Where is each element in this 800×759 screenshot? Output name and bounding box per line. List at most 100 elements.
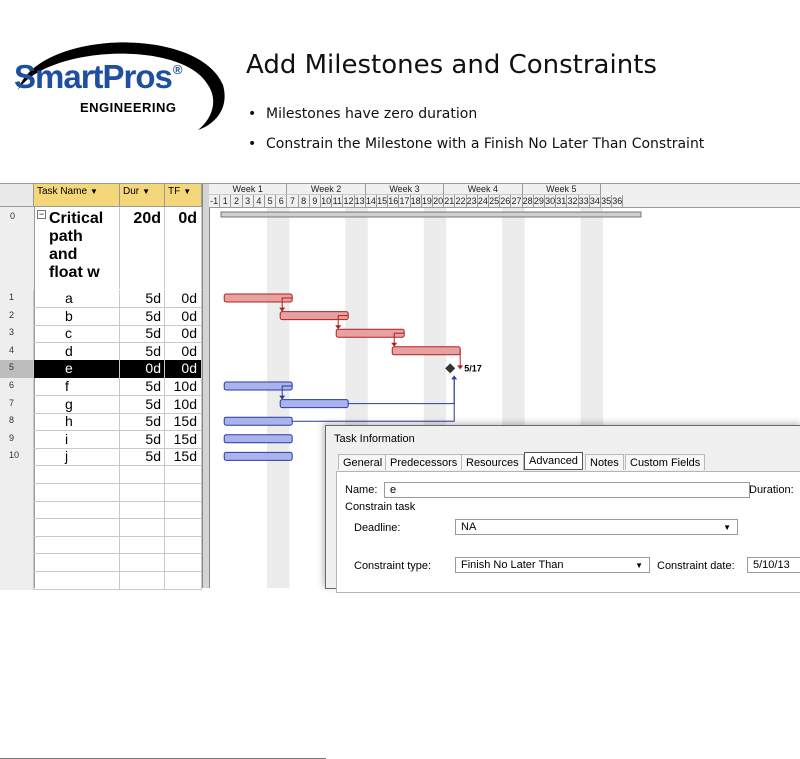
noncritical-task-bar[interactable] bbox=[223, 434, 293, 444]
total-float-cell[interactable]: 0d bbox=[165, 325, 202, 344]
arrow-head-icon[interactable] bbox=[451, 375, 458, 380]
task-name-cell[interactable] bbox=[34, 518, 120, 537]
noncritical-task-bar[interactable] bbox=[223, 451, 293, 461]
collapse-toggle-icon[interactable]: − bbox=[37, 210, 46, 219]
dropdown-arrow-icon[interactable]: ▼ bbox=[723, 523, 731, 532]
total-float-cell[interactable]: 10d bbox=[165, 395, 202, 414]
tab-custom-fields[interactable]: Custom Fields bbox=[625, 454, 706, 470]
total-float-cell[interactable] bbox=[165, 501, 202, 520]
duration-cell[interactable] bbox=[120, 466, 165, 484]
table-row[interactable]: 5 e 0d 0d bbox=[0, 360, 202, 379]
duration-cell[interactable] bbox=[120, 536, 165, 555]
total-float-cell[interactable]: 15d bbox=[165, 430, 202, 449]
noncritical-task-bar[interactable] bbox=[223, 416, 293, 426]
name-field[interactable]: e bbox=[384, 482, 750, 498]
empty-row[interactable] bbox=[0, 554, 202, 572]
duration-cell[interactable]: 5d bbox=[120, 325, 165, 344]
duration-cell[interactable]: 5d bbox=[120, 395, 165, 414]
total-float-cell[interactable] bbox=[165, 536, 202, 555]
task-name-cell[interactable] bbox=[34, 554, 120, 572]
critical-task-bar[interactable] bbox=[391, 346, 461, 356]
arrow-head-icon[interactable] bbox=[335, 325, 342, 330]
constraint-date-field[interactable]: 5/10/13 bbox=[747, 557, 800, 573]
constraint-type-dropdown[interactable]: Finish No Later Than ▼ bbox=[455, 557, 650, 573]
task-name-cell[interactable] bbox=[34, 466, 120, 484]
arrow-head-icon[interactable] bbox=[457, 365, 464, 370]
noncritical-task-bar[interactable] bbox=[279, 399, 349, 409]
duration-cell[interactable] bbox=[120, 554, 165, 572]
empty-row[interactable] bbox=[0, 518, 202, 537]
table-row[interactable]: 8 h 5d 15d bbox=[0, 413, 202, 432]
duration-cell[interactable]: 5d bbox=[120, 307, 165, 326]
table-row[interactable]: 10 j 5d 15d bbox=[0, 448, 202, 467]
summary-duration[interactable]: 20d bbox=[120, 207, 165, 289]
total-float-cell[interactable] bbox=[165, 466, 202, 484]
tab-notes[interactable]: Notes bbox=[585, 454, 624, 470]
task-name-cell[interactable]: c bbox=[34, 325, 120, 344]
duration-cell[interactable]: 5d bbox=[120, 342, 165, 361]
total-float-cell[interactable]: 10d bbox=[165, 378, 202, 396]
column-header-duration[interactable]: Dur ▼ bbox=[120, 184, 165, 207]
milestone-diamond-icon[interactable] bbox=[445, 363, 456, 374]
task-name-cell[interactable] bbox=[34, 501, 120, 520]
total-float-cell[interactable] bbox=[165, 518, 202, 537]
duration-cell[interactable] bbox=[120, 483, 165, 502]
column-header-total-float[interactable]: TF ▼ bbox=[165, 184, 202, 207]
dropdown-arrow-icon[interactable]: ▼ bbox=[183, 187, 191, 196]
tab-predecessors[interactable]: Predecessors bbox=[385, 454, 463, 470]
duration-cell[interactable]: 5d bbox=[120, 378, 165, 396]
table-row[interactable]: 3 c 5d 0d bbox=[0, 325, 202, 344]
duration-cell[interactable]: 5d bbox=[120, 448, 165, 467]
table-row[interactable]: 1 a 5d 0d bbox=[0, 290, 202, 308]
duration-cell[interactable]: 5d bbox=[120, 290, 165, 308]
timescale-day: 5 bbox=[265, 195, 277, 207]
arrow-head-icon[interactable] bbox=[391, 342, 398, 347]
task-name-cell[interactable]: b bbox=[34, 307, 120, 326]
task-name-cell[interactable]: d bbox=[34, 342, 120, 361]
timescale-day: 21 bbox=[444, 195, 456, 207]
duration-cell[interactable]: 5d bbox=[120, 430, 165, 449]
task-name-cell[interactable]: e bbox=[34, 360, 120, 379]
deadline-dropdown[interactable]: NA ▼ bbox=[455, 519, 738, 535]
tab-general[interactable]: General bbox=[338, 454, 388, 470]
total-float-cell[interactable]: 0d bbox=[165, 360, 202, 379]
task-name-cell[interactable]: i bbox=[34, 430, 120, 449]
duration-cell[interactable]: 5d bbox=[120, 413, 165, 432]
task-name-cell[interactable]: a bbox=[34, 290, 120, 308]
total-float-cell[interactable]: 0d bbox=[165, 290, 202, 308]
column-header-task-name[interactable]: Task Name ▼ bbox=[34, 184, 120, 207]
total-float-cell[interactable] bbox=[165, 554, 202, 572]
table-row[interactable]: 2 b 5d 0d bbox=[0, 307, 202, 326]
duration-cell[interactable] bbox=[120, 518, 165, 537]
summary-task-name[interactable]: Critical path and float w bbox=[34, 207, 120, 289]
table-row[interactable]: 9 i 5d 15d bbox=[0, 430, 202, 449]
task-name-cell[interactable]: j bbox=[34, 448, 120, 467]
summary-bar[interactable] bbox=[220, 211, 642, 218]
empty-row[interactable] bbox=[0, 466, 202, 484]
empty-row[interactable] bbox=[0, 483, 202, 502]
total-float-cell[interactable] bbox=[165, 483, 202, 502]
task-name-cell[interactable] bbox=[34, 536, 120, 555]
empty-row[interactable] bbox=[0, 536, 202, 555]
empty-row[interactable] bbox=[0, 501, 202, 520]
total-float-cell[interactable]: 15d bbox=[165, 413, 202, 432]
tab-resources[interactable]: Resources bbox=[461, 454, 524, 470]
duration-cell[interactable]: 0d bbox=[120, 360, 165, 379]
duration-cell[interactable] bbox=[120, 501, 165, 520]
total-float-cell[interactable]: 0d bbox=[165, 342, 202, 361]
dropdown-arrow-icon[interactable]: ▼ bbox=[142, 187, 150, 196]
dropdown-arrow-icon[interactable]: ▼ bbox=[635, 561, 643, 570]
summary-total-float[interactable]: 0d bbox=[165, 207, 202, 289]
tab-advanced[interactable]: Advanced bbox=[524, 452, 583, 470]
table-row[interactable]: 6 f 5d 10d bbox=[0, 378, 202, 396]
dropdown-arrow-icon[interactable]: ▼ bbox=[90, 187, 98, 196]
table-row[interactable]: 7 g 5d 10d bbox=[0, 395, 202, 414]
task-name-cell[interactable]: h bbox=[34, 413, 120, 432]
nonworking-shade[interactable] bbox=[267, 208, 290, 588]
table-row[interactable]: 4 d 5d 0d bbox=[0, 342, 202, 361]
task-name-cell[interactable] bbox=[34, 483, 120, 502]
task-name-cell[interactable]: g bbox=[34, 395, 120, 414]
task-name-cell[interactable]: f bbox=[34, 378, 120, 396]
total-float-cell[interactable]: 15d bbox=[165, 448, 202, 467]
total-float-cell[interactable]: 0d bbox=[165, 307, 202, 326]
